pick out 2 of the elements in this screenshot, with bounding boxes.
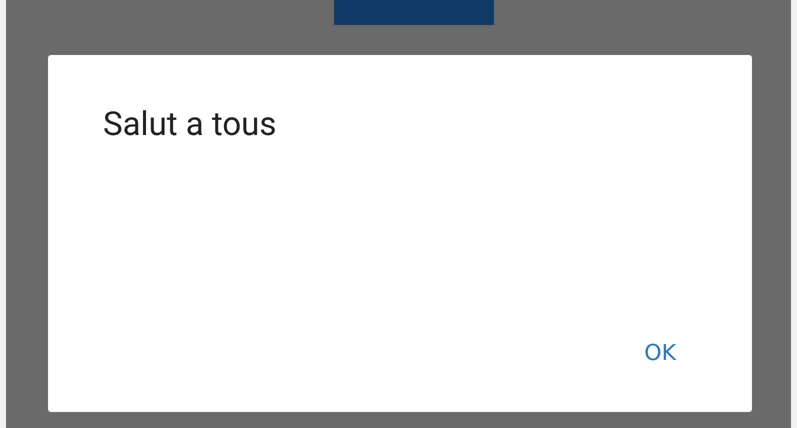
ok-button[interactable]: OK: [640, 337, 680, 370]
dialog-title: Salut a tous: [103, 105, 276, 144]
